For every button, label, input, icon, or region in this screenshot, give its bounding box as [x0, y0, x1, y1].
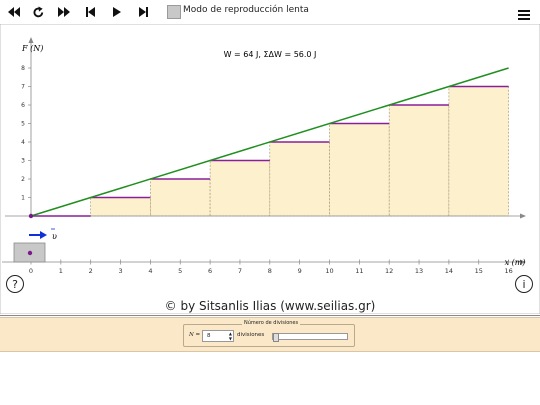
hamburger-menu-icon[interactable]: [518, 5, 530, 24]
x-tick-label: 14: [445, 267, 453, 275]
y-tick-label: 5: [21, 121, 25, 128]
y-tick-label: 6: [21, 102, 25, 109]
x-tick-label: 8: [268, 267, 272, 275]
credit-text: © by Sitsanlis Ilias (www.seilias.gr): [164, 299, 376, 313]
divisions-legend: Número de divisiones: [242, 320, 301, 326]
x-tick-label: 12: [385, 267, 393, 275]
n-label: N =: [189, 332, 201, 338]
help-button[interactable]: ?: [6, 275, 24, 293]
y-tick-label: 2: [21, 176, 25, 183]
x-tick-label: 9: [298, 267, 302, 275]
rewind-icon[interactable]: [5, 3, 23, 21]
step-bar: [209, 160, 271, 217]
x-axis-label: x (m): [505, 258, 526, 267]
divisions-slider[interactable]: [272, 333, 348, 342]
step-bar: [90, 197, 151, 217]
step-back-icon[interactable]: [82, 3, 100, 21]
y-tick-label: 4: [21, 139, 25, 146]
info-button[interactable]: i: [515, 275, 533, 293]
x-tick-label: 16: [504, 267, 512, 275]
step-bar: [269, 141, 330, 217]
spinner-arrows-icon[interactable]: ▲ ▼: [229, 331, 232, 341]
slider-thumb[interactable]: [273, 333, 279, 342]
y-tick-label: 8: [21, 65, 25, 72]
work-readout: W = 64 J, ΣΔW = 56.0 J: [224, 50, 317, 59]
fast-forward-icon[interactable]: [55, 3, 73, 21]
x-tick-label: 13: [415, 267, 423, 275]
origin-point: [28, 213, 34, 219]
divisions-unit-label: divisiones: [237, 332, 265, 338]
simulation-stage: 123456780 1 2 3 4 5 6 7 8 9 10 11 12 13 14 15 16 F (N) x…: [0, 24, 540, 314]
x-tick-label: 0: [29, 267, 33, 275]
x-tick-label: 5: [178, 267, 182, 275]
velocity-label: υ: [52, 232, 57, 241]
x-tick-label: 1: [59, 267, 63, 275]
x-tick-label: 11: [355, 267, 363, 275]
step-bar: [388, 104, 450, 217]
x-tick-label: 2: [89, 267, 93, 275]
step-forward-icon[interactable]: [134, 3, 152, 21]
step-bar: [448, 86, 509, 217]
y-axis-label: F (N): [21, 44, 43, 53]
x-tick-label: 7: [238, 267, 242, 275]
x-tick-label: 6: [208, 267, 212, 275]
control-panel: Número de divisiones N = 8 ▲ ▼ divisiones: [0, 317, 540, 352]
slow-mode-label: Modo de reproducción lenta: [183, 5, 309, 15]
x-tick-label: 15: [475, 267, 483, 275]
step-bar: [150, 178, 211, 217]
step-bar: [329, 123, 390, 217]
reload-icon[interactable]: [29, 3, 47, 21]
y-tick-label: 3: [21, 158, 25, 165]
divisions-spinner[interactable]: 8 ▲ ▼: [202, 330, 234, 342]
y-tick-label: 1: [21, 195, 25, 202]
y-tick-label: 7: [21, 84, 25, 91]
divider: [0, 315, 540, 316]
x-tick-label: 3: [118, 267, 122, 275]
divisions-value: 8: [207, 333, 211, 339]
block-marker: [27, 250, 33, 256]
toolbar: Modo de reproducción lenta: [0, 0, 540, 24]
x-tick-label: 4: [148, 267, 152, 275]
divisions-fieldset: Número de divisiones N = 8 ▲ ▼ divisiones: [183, 320, 355, 347]
play-icon[interactable]: [108, 3, 126, 21]
slow-mode-checkbox[interactable]: [167, 5, 181, 19]
x-tick-label: 10: [325, 267, 333, 275]
